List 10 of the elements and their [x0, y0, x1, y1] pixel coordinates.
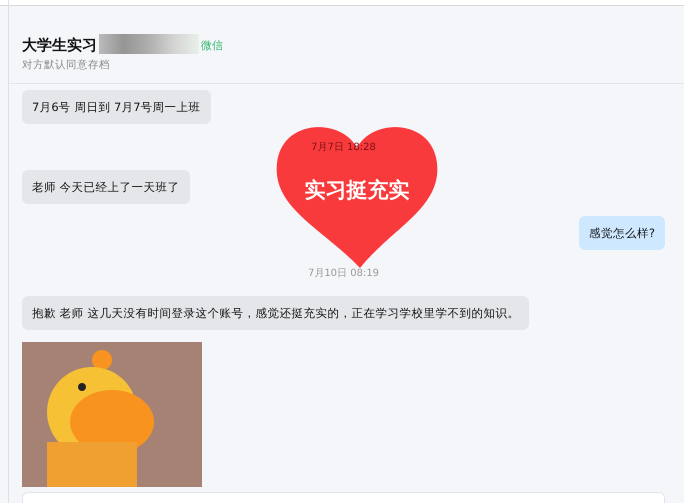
message-bubble: 感觉怎么样? [578, 216, 665, 250]
message-bubble: 抱歉 老师 这几天没有时间登录这个账号，感觉还挺充实的，正在学习学校里学不到的知识。 [22, 296, 530, 330]
sticker-caption: 实习挺充实 [304, 177, 410, 204]
timestamp: 7月10日 08:19 [308, 267, 380, 280]
message-bubble: 老师 今天已经上了一天班了 [22, 170, 190, 204]
archive-notice: 对方默认同意存档 [22, 58, 111, 72]
source-label: 微信 [201, 38, 223, 52]
message-bubble: 7月6号 周日到 7月7号周一上班 [22, 90, 211, 124]
timestamp: 7月7日 18:28 [311, 141, 376, 154]
chat-title: 大学生实习 [22, 36, 97, 54]
